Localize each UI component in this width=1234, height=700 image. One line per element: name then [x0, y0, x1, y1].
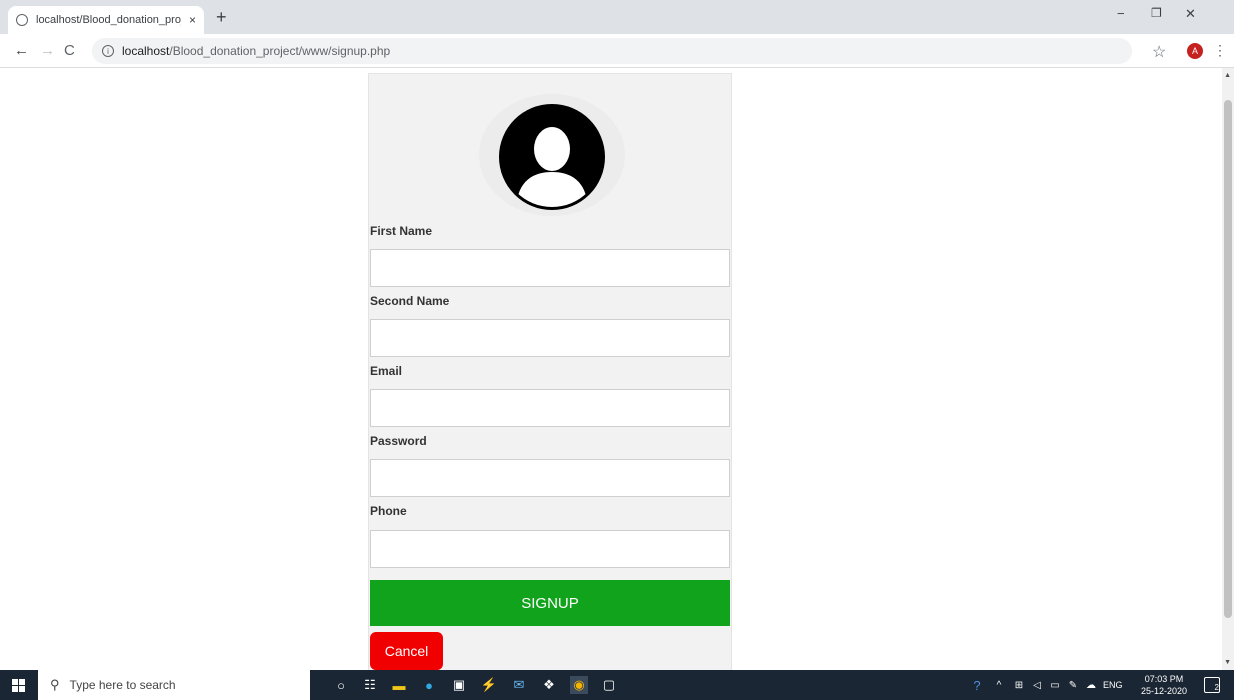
- cancel-button[interactable]: Cancel: [370, 632, 443, 670]
- volume-icon[interactable]: ◁: [1028, 676, 1046, 694]
- window-maximize-button[interactable]: ❐: [1151, 6, 1162, 20]
- power-automate-icon[interactable]: ⚡: [480, 676, 498, 694]
- notification-center-icon[interactable]: 2: [1204, 677, 1220, 693]
- scrollbar-thumb[interactable]: [1224, 100, 1232, 618]
- start-button[interactable]: [0, 670, 36, 700]
- page-viewport: First Name Second Name Email Password Ph…: [0, 68, 1234, 670]
- chrome-icon[interactable]: ◉: [570, 676, 588, 694]
- browser-tab[interactable]: localhost/Blood_donation_projec ×: [8, 6, 204, 34]
- new-tab-button[interactable]: +: [216, 8, 227, 26]
- signup-button[interactable]: SIGNUP: [370, 580, 730, 626]
- search-icon: ⚲: [50, 677, 60, 692]
- info-icon[interactable]: i: [102, 45, 114, 57]
- second-name-input[interactable]: [370, 319, 730, 357]
- windows-logo-icon: [11, 678, 25, 692]
- globe-icon: [16, 14, 28, 26]
- reload-button[interactable]: C: [64, 43, 75, 58]
- help-icon[interactable]: ?: [968, 676, 986, 694]
- back-button[interactable]: ←: [14, 43, 29, 58]
- notification-count: 2: [1214, 683, 1219, 692]
- store-icon[interactable]: ▣: [450, 676, 468, 694]
- cortana-icon[interactable]: ○: [332, 676, 350, 694]
- dropbox-icon[interactable]: ❖: [540, 676, 558, 694]
- edge-browser-icon[interactable]: ●: [420, 676, 438, 694]
- file-explorer-icon[interactable]: ▬: [390, 676, 408, 694]
- avatar-placeholder: [479, 94, 625, 216]
- phone-label: Phone: [370, 504, 407, 518]
- mail-icon[interactable]: ✉: [510, 676, 528, 694]
- window-minimize-button[interactable]: −: [1117, 6, 1125, 21]
- browser-menu-icon[interactable]: ⋮: [1213, 42, 1227, 59]
- onedrive-cloud-icon[interactable]: ☁: [1082, 676, 1100, 694]
- signup-form: First Name Second Name Email Password Ph…: [368, 73, 732, 670]
- battery-icon[interactable]: ▭: [1046, 676, 1064, 694]
- browser-tab-bar: localhost/Blood_donation_projec × + − ❐ …: [0, 0, 1234, 34]
- second-name-label: Second Name: [370, 294, 450, 308]
- password-input[interactable]: [370, 459, 730, 497]
- network-icon[interactable]: ⊞: [1010, 676, 1028, 694]
- task-view-icon[interactable]: ☷: [361, 676, 379, 694]
- window-close-button[interactable]: ✕: [1185, 6, 1196, 22]
- clock-time: 07:03 PM: [1144, 674, 1184, 684]
- bookmark-star-icon[interactable]: ☆: [1152, 42, 1166, 62]
- clock-date: 25-12-2020: [1140, 686, 1188, 696]
- phone-input[interactable]: [370, 530, 730, 568]
- url-text[interactable]: localhost/Blood_donation_project/www/sig…: [122, 44, 390, 58]
- taskbar-search-box[interactable]: ⚲ Type here to search: [38, 670, 310, 700]
- url-path: /Blood_donation_project/www/signup.php: [169, 44, 391, 58]
- page-scrollbar[interactable]: ▲ ▼: [1222, 68, 1234, 670]
- profile-avatar[interactable]: A: [1187, 43, 1203, 59]
- windows-taskbar: ⚲ Type here to search ○ ☷ ▬ ● ▣ ⚡ ✉ ❖ ◉ …: [0, 670, 1234, 700]
- show-hidden-icons-icon[interactable]: ^: [990, 676, 1008, 694]
- app-window-icon[interactable]: ▢: [600, 676, 618, 694]
- first-name-label: First Name: [370, 224, 433, 238]
- taskbar-clock[interactable]: 07:03 PM 25-12-2020: [1137, 673, 1191, 697]
- language-indicator[interactable]: ENG: [1103, 680, 1123, 690]
- password-label: Password: [370, 434, 427, 448]
- first-name-input[interactable]: [370, 249, 730, 287]
- address-bar[interactable]: i localhost/Blood_donation_project/www/s…: [92, 38, 1132, 64]
- forward-button[interactable]: →: [40, 43, 55, 58]
- tab-close-icon[interactable]: ×: [189, 13, 196, 27]
- email-input[interactable]: [370, 389, 730, 427]
- pen-icon[interactable]: ✎: [1064, 676, 1082, 694]
- scroll-down-arrow-icon[interactable]: ▼: [1224, 659, 1231, 666]
- tab-title: localhost/Blood_donation_projec: [36, 14, 181, 26]
- taskbar-search-placeholder: Type here to search: [69, 678, 176, 692]
- user-avatar-icon: [499, 104, 605, 210]
- browser-toolbar: ← → C i localhost/Blood_donation_project…: [0, 34, 1234, 68]
- url-host: localhost: [122, 44, 170, 58]
- scroll-up-arrow-icon[interactable]: ▲: [1224, 72, 1231, 79]
- email-label: Email: [370, 364, 403, 378]
